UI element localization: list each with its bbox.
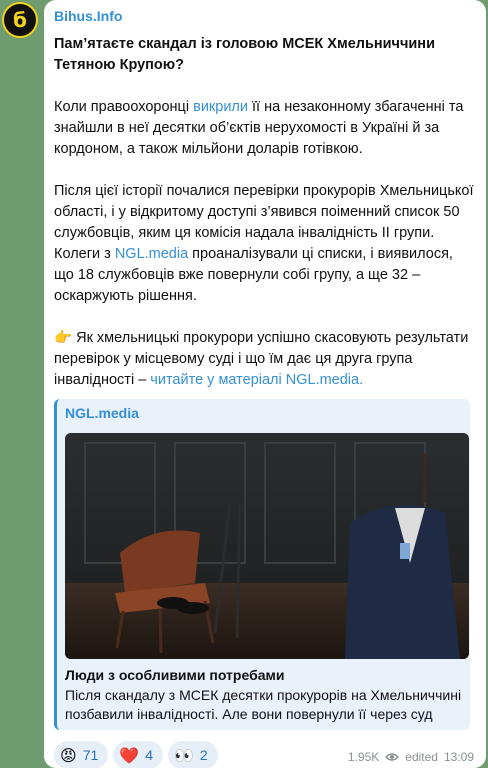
preview-image-illustration [65, 433, 469, 659]
avatar-glyph: б [13, 8, 27, 32]
channel-name[interactable]: Bihus.Info [54, 8, 474, 26]
reaction-heart[interactable]: ❤️ 4 [113, 741, 163, 768]
angry-face-icon: 😡 [60, 745, 77, 765]
reaction-count: 4 [145, 747, 153, 763]
reaction-count: 2 [199, 747, 208, 763]
message-bubble: Bihus.Info Пам’ятаєте скандал із головою… [44, 0, 486, 768]
post-paragraph-1: Коли правоохоронці викрили її на незакон… [54, 97, 474, 160]
pointing-hand-emoji: 👉 [54, 330, 73, 346]
view-count: 1.95K [347, 750, 380, 764]
ngl-media-link[interactable]: NGL.media [115, 246, 188, 262]
post-text: Пам’ятаєте скандал із головою МСЕК Хмель… [54, 34, 474, 391]
exposed-link[interactable]: викрили [193, 99, 248, 115]
reaction-angry[interactable]: 😡 71 [54, 741, 109, 768]
reaction-count: 71 [82, 747, 99, 763]
link-preview[interactable]: NGL.media Люди з особливими потребами Пі… [54, 399, 470, 730]
heart-icon: ❤️ [119, 745, 140, 765]
channel-avatar[interactable]: б [2, 2, 38, 38]
preview-description: Після скандалу з МСЕК десятки прокурорів… [65, 687, 462, 722]
preview-title: Люди з особливими потребами [65, 667, 285, 683]
preview-image[interactable] [65, 433, 469, 659]
eye-icon [385, 753, 400, 761]
message-meta: 1.95K edited 13:09 [348, 750, 474, 764]
eyes-icon: 👀 [173, 745, 194, 765]
p1-before: Коли правоохоронці [54, 99, 194, 115]
post-paragraph-3: 👉 Як хмельницькі прокурори успішно скасо… [54, 328, 474, 391]
message-time: 13:09 [443, 750, 474, 764]
reaction-eyes[interactable]: 👀 2 [167, 741, 218, 768]
read-article-link[interactable]: читайте у матеріалі NGL.media. [150, 372, 363, 388]
preview-site-name: NGL.media [65, 405, 139, 421]
edited-label: edited [405, 750, 438, 764]
post-title: Пам’ятаєте скандал із головою МСЕК Хмель… [54, 36, 435, 73]
post-paragraph-2: Після цієї історії почалися перевірки пр… [54, 181, 474, 307]
